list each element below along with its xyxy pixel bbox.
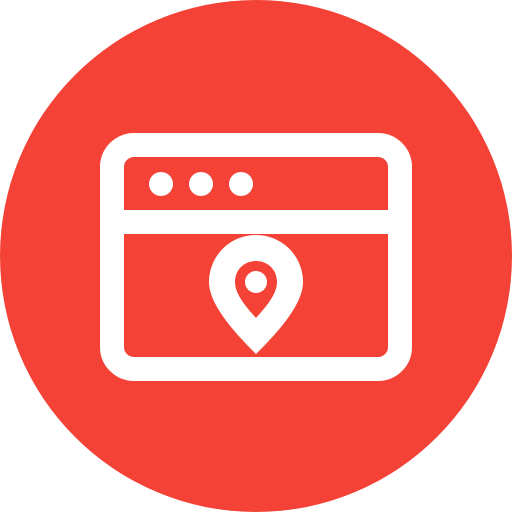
browser-location-icon (0, 0, 512, 512)
pin-center-dot (245, 271, 267, 293)
window-dot (229, 172, 253, 196)
window-dot (189, 172, 213, 196)
browser-location-icon-container (0, 0, 512, 512)
window-dot (149, 172, 173, 196)
window-control-dots (149, 172, 253, 196)
